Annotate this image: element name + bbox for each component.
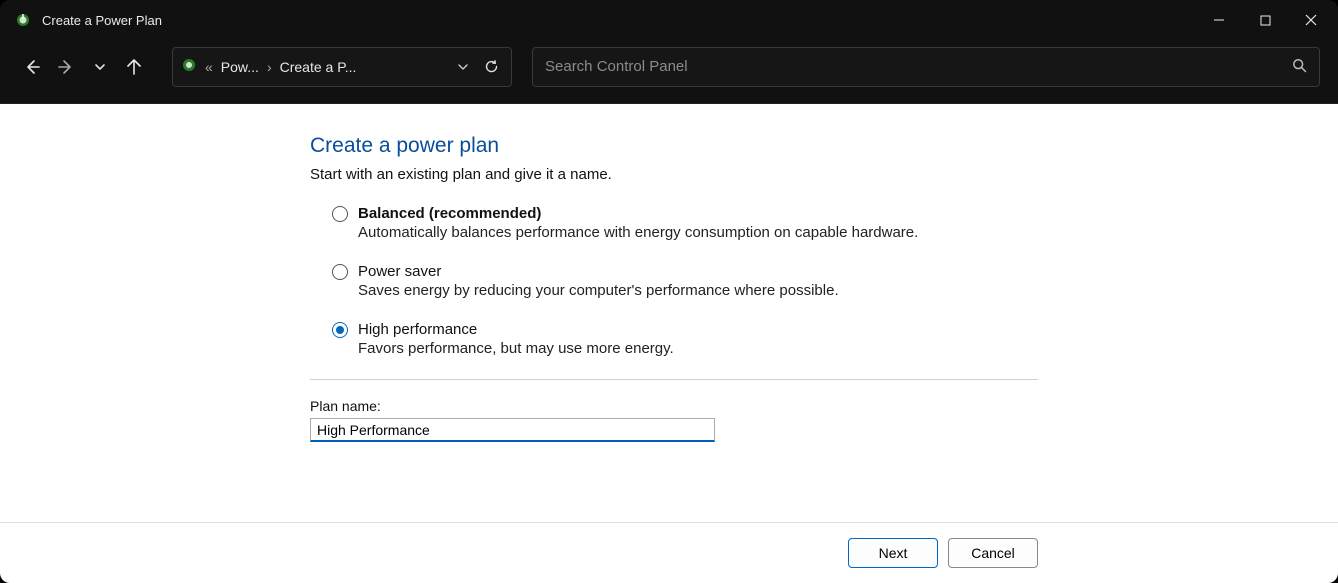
minimize-button[interactable] [1196, 4, 1242, 36]
page-subheading: Start with an existing plan and give it … [310, 166, 1338, 183]
plan-option-balanced: Balanced (recommended) Automatically bal… [310, 205, 1338, 241]
arrow-up-icon [125, 58, 143, 76]
plan-option-powersaver: Power saver Saves energy by reducing you… [310, 263, 1338, 299]
plan-title-balanced[interactable]: Balanced (recommended) [358, 205, 541, 222]
refresh-button[interactable] [479, 53, 503, 81]
chevron-down-icon [93, 60, 107, 74]
radio-highperf[interactable] [332, 322, 348, 338]
next-button[interactable]: Next [848, 538, 938, 568]
forward-button[interactable] [52, 53, 80, 81]
plan-title-highperf[interactable]: High performance [358, 321, 477, 338]
chevron-down-icon [457, 61, 469, 73]
search-input[interactable] [545, 58, 1292, 75]
titlebar: Create a Power Plan [0, 0, 1338, 40]
breadcrumb-overflow[interactable]: « [203, 59, 215, 75]
arrow-left-icon [23, 58, 41, 76]
close-button[interactable] [1288, 4, 1334, 36]
maximize-button[interactable] [1242, 4, 1288, 36]
cancel-button[interactable]: Cancel [948, 538, 1038, 568]
address-dropdown-button[interactable] [453, 53, 473, 81]
footer: Next Cancel [0, 523, 1338, 583]
plan-option-highperf: High performance Favors performance, but… [310, 321, 1338, 357]
power-options-icon [14, 11, 32, 29]
breadcrumb-power-options[interactable]: Pow... [221, 59, 259, 75]
close-icon [1305, 14, 1317, 26]
search-icon [1292, 58, 1307, 76]
plan-name-label: Plan name: [310, 398, 1338, 414]
up-button[interactable] [120, 53, 148, 81]
divider [310, 379, 1038, 380]
minimize-icon [1213, 14, 1225, 26]
plan-title-powersaver[interactable]: Power saver [358, 263, 441, 280]
arrow-right-icon [57, 58, 75, 76]
plan-desc-highperf: Favors performance, but may use more ene… [332, 340, 1338, 357]
maximize-icon [1260, 15, 1271, 26]
chevron-right-icon: › [265, 59, 274, 75]
radio-powersaver[interactable] [332, 264, 348, 280]
plan-name-input[interactable] [310, 418, 715, 442]
search-bar[interactable] [532, 47, 1320, 87]
control-panel-icon [181, 57, 197, 76]
refresh-icon [484, 59, 499, 74]
toolbar: « Pow... › Create a P... [0, 40, 1338, 104]
recent-locations-button[interactable] [86, 53, 114, 81]
plan-desc-balanced: Automatically balances performance with … [332, 224, 1338, 241]
radio-balanced[interactable] [332, 206, 348, 222]
plan-desc-powersaver: Saves energy by reducing your computer's… [332, 282, 1338, 299]
window-title: Create a Power Plan [42, 13, 162, 28]
content-area: Create a power plan Start with an existi… [0, 104, 1338, 498]
address-bar[interactable]: « Pow... › Create a P... [172, 47, 512, 87]
back-button[interactable] [18, 53, 46, 81]
window: Create a Power Plan « Pow [0, 0, 1338, 583]
page-heading: Create a power plan [310, 134, 1338, 158]
content-panel: Create a power plan Start with an existi… [0, 104, 1338, 583]
breadcrumb-create-plan[interactable]: Create a P... [280, 59, 357, 75]
